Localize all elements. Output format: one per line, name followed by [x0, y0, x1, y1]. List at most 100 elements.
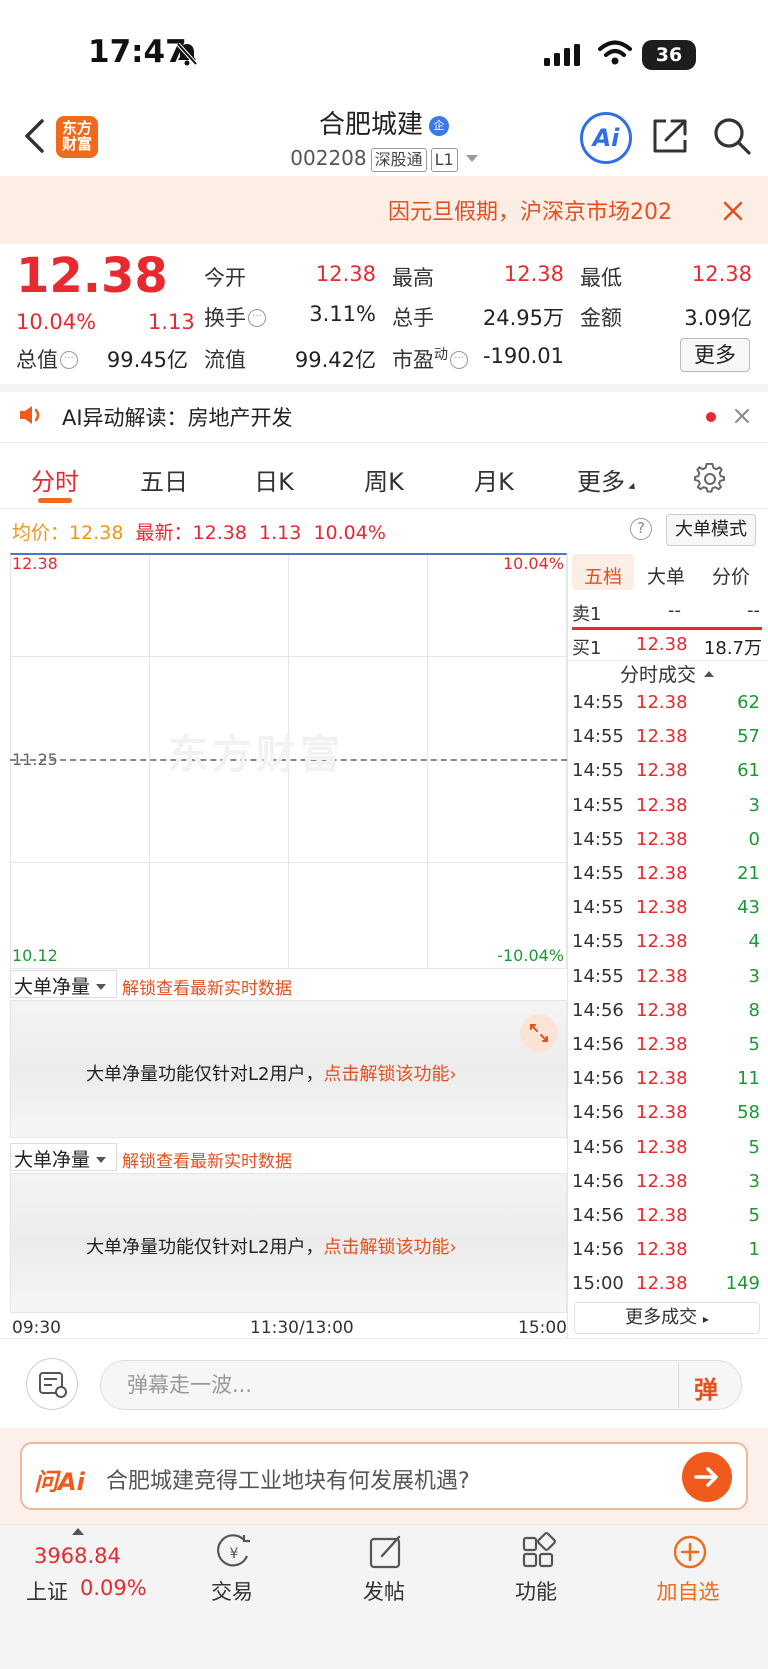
- trade-price: 12.38: [636, 1034, 688, 1055]
- trade-time: 14:56: [572, 1034, 624, 1055]
- indicator-name: 大单净量: [14, 1149, 91, 1171]
- wifi-icon: [598, 40, 632, 70]
- share-icon[interactable]: [650, 116, 690, 160]
- trade-volume: 5: [748, 1034, 760, 1055]
- amount-value: 3.09亿: [684, 306, 752, 330]
- high-value: 12.38: [503, 262, 564, 286]
- trade-volume: 21: [737, 863, 760, 884]
- trade-volume: 11: [737, 1068, 760, 1089]
- open-label: 今开: [204, 266, 246, 290]
- unlock-feature-link[interactable]: 点击解锁该功能: [323, 1237, 449, 1258]
- ai-anomaly-label: AI异动解读：: [62, 406, 188, 430]
- tab-monthly-k[interactable]: 月K: [464, 462, 524, 497]
- trade-price: 12.38: [636, 692, 688, 713]
- locked-message-text: 大单净量功能仅针对L2用户，: [86, 1237, 324, 1258]
- gear-icon[interactable]: [694, 462, 726, 498]
- danmaku-send-button[interactable]: 弹: [694, 1370, 718, 1405]
- close-icon[interactable]: [722, 200, 744, 226]
- tab-more-label: 更多: [577, 468, 625, 496]
- tab-daily-k[interactable]: 日K: [244, 462, 304, 497]
- avg-value: 12.38: [69, 522, 124, 544]
- trade-price: 12.38: [636, 1171, 688, 1192]
- y-axis-top-price: 12.38: [12, 554, 58, 573]
- danmaku-settings-button[interactable]: [26, 1358, 78, 1410]
- expand-up-icon[interactable]: [72, 1528, 84, 1535]
- expand-icon[interactable]: [520, 1014, 558, 1052]
- level-tag: L1: [430, 148, 458, 172]
- trade-time: 14:55: [572, 692, 624, 713]
- tab-intraday[interactable]: 分时: [26, 462, 84, 497]
- market-cap-value: 99.45亿: [106, 348, 188, 372]
- search-icon[interactable]: [712, 116, 752, 160]
- chevron-down-icon: [465, 155, 478, 162]
- trade-volume: 5: [748, 1205, 760, 1226]
- big-order-mode-button[interactable]: 大单模式: [666, 514, 756, 546]
- add-watchlist-icon[interactable]: [670, 1532, 710, 1576]
- ai-button[interactable]: Ai: [580, 112, 632, 164]
- ai-anomaly-row[interactable]: AI异动解读：房地产开发: [62, 402, 293, 432]
- index-value[interactable]: 3968.84: [34, 1544, 121, 1568]
- locked-message: 大单净量功能仅针对L2用户，点击解锁该功能›: [86, 1060, 457, 1086]
- tab-weekly-k[interactable]: 周K: [354, 462, 414, 497]
- grid-line: [149, 555, 150, 968]
- ask-ai-question[interactable]: 合肥城建竞得工业地块有何发展机遇?: [106, 1463, 470, 1495]
- unlock-realtime-link[interactable]: 解锁查看最新实时数据: [122, 974, 292, 999]
- info-icon[interactable]: ···: [60, 351, 78, 369]
- tab-price-distribution[interactable]: 分价: [700, 562, 762, 589]
- more-trades-button[interactable]: 更多成交 ▸: [574, 1302, 760, 1334]
- trade-price: 12.38: [636, 966, 688, 987]
- nav-trade[interactable]: 交易: [182, 1576, 282, 1606]
- grid-line: [10, 656, 567, 657]
- chevron-right-icon: ›: [449, 1237, 457, 1258]
- ask-ai-logo: 问Ai: [34, 1468, 85, 1496]
- trade-price: 12.38: [636, 829, 688, 850]
- turnover-rate-label-text: 换手: [204, 306, 246, 330]
- trade-price: 12.38: [636, 1000, 688, 1021]
- pe-label: 市盈动 ···: [392, 344, 468, 374]
- float-cap-label: 流值: [204, 348, 246, 372]
- unlock-realtime-link[interactable]: 解锁查看最新实时数据: [122, 1147, 292, 1172]
- arrow-right-icon[interactable]: [682, 1452, 732, 1502]
- tab-order-book[interactable]: 五档: [572, 562, 634, 589]
- info-icon[interactable]: ···: [450, 351, 468, 369]
- avg-label: 均价：: [12, 522, 70, 544]
- trade-time: 14:56: [572, 1205, 624, 1226]
- unread-dot: [706, 412, 716, 422]
- danmaku-input[interactable]: 弹幕走一波...: [100, 1360, 742, 1410]
- index-change-pct: 0.09%: [80, 1576, 147, 1600]
- trade-price: 12.38: [636, 1239, 688, 1260]
- trade-price: 12.38: [636, 1102, 688, 1123]
- trade-price: 12.38: [636, 1068, 688, 1089]
- chevron-down-icon: [96, 984, 107, 990]
- sell1-label: 卖1: [572, 604, 602, 625]
- divider: [0, 384, 768, 392]
- trade-icon[interactable]: ¥: [214, 1532, 254, 1576]
- nav-functions[interactable]: 功能: [486, 1576, 586, 1606]
- more-trades-label: 更多成交: [625, 1307, 698, 1328]
- tab-five-day[interactable]: 五日: [134, 462, 194, 497]
- caret-icon: [628, 482, 638, 493]
- info-icon[interactable]: ···: [248, 309, 266, 327]
- buy1-volume: 18.7万: [703, 638, 762, 659]
- post-icon[interactable]: [366, 1532, 406, 1576]
- nav-post[interactable]: 发帖: [334, 1576, 434, 1606]
- trade-time: 14:55: [572, 795, 624, 816]
- y-axis-mid-price: 11.25: [12, 750, 58, 769]
- unlock-feature-link[interactable]: 点击解锁该功能: [323, 1064, 449, 1085]
- stock-code: 002208: [290, 146, 367, 170]
- trade-price: 12.38: [636, 931, 688, 952]
- trade-volume: 8: [748, 1000, 760, 1021]
- nav-add-watchlist[interactable]: 加自选: [638, 1576, 738, 1606]
- trade-price: 12.38: [636, 795, 688, 816]
- trade-volume: 58: [737, 1102, 760, 1123]
- functions-icon[interactable]: [518, 1532, 558, 1576]
- help-icon[interactable]: ?: [630, 518, 652, 540]
- trade-time: 14:56: [572, 1137, 624, 1158]
- trade-volume: 3: [748, 966, 760, 987]
- more-quote-button[interactable]: 更多: [680, 338, 750, 372]
- tab-more[interactable]: 更多: [570, 462, 644, 497]
- trades-header[interactable]: 分时成交: [620, 660, 715, 687]
- close-icon[interactable]: [734, 408, 750, 428]
- trade-time: 14:55: [572, 897, 624, 918]
- tab-big-orders[interactable]: 大单: [636, 562, 696, 589]
